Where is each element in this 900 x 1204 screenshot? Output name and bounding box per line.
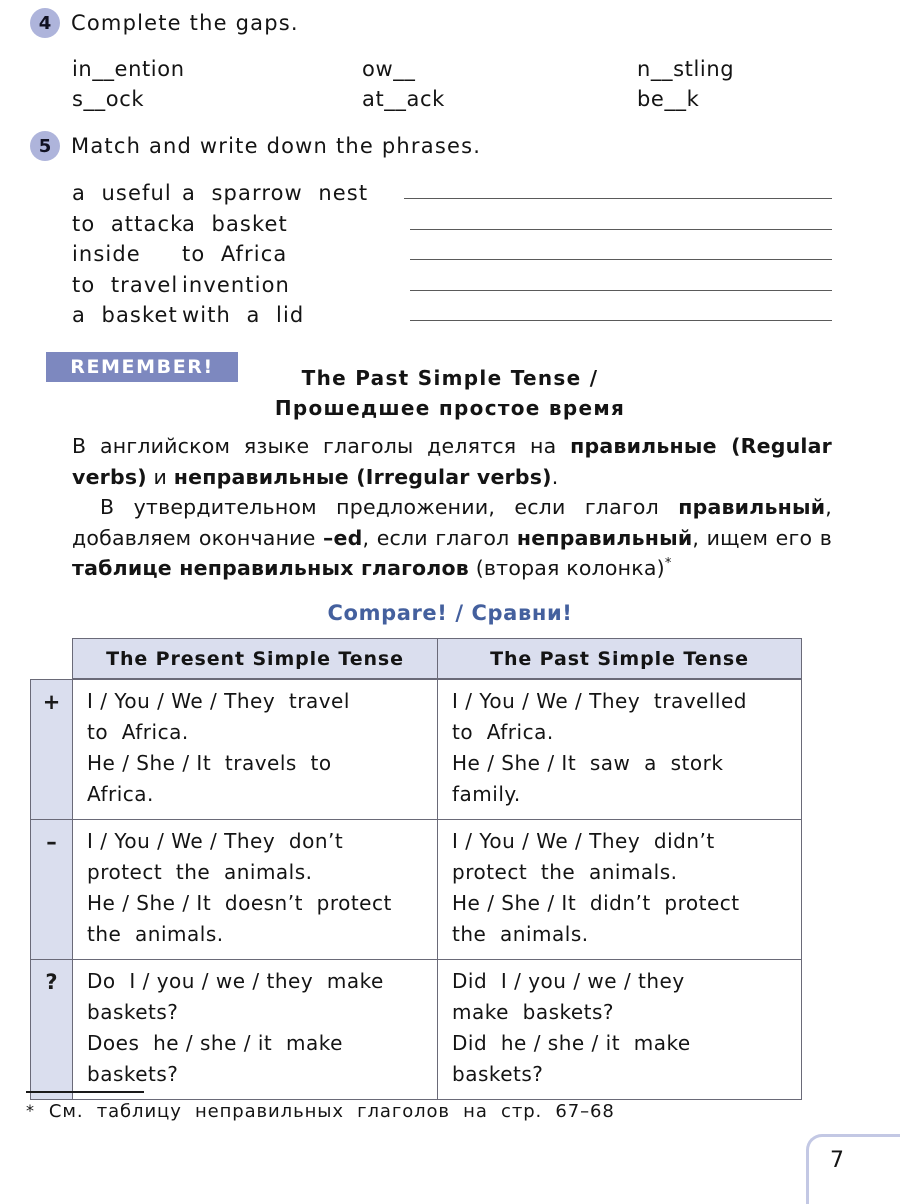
- exercise-5-title: Match and write down the phrases.: [71, 134, 482, 158]
- sentence-line: to Africa.: [452, 720, 554, 744]
- tense-comparison-table: The Present Simple Tense The Past Simple…: [30, 638, 802, 1100]
- answer-line[interactable]: [410, 228, 832, 230]
- gap-word[interactable]: in__ention: [72, 57, 362, 81]
- cell-present-negative: I / You / We / They don’t protect the an…: [73, 820, 438, 959]
- exercise-4-word-grid: in__ention ow__ n__stling s__ock at__ack…: [72, 54, 832, 114]
- sentence-line: I / You / We / They didn’t: [452, 829, 715, 853]
- answer-line[interactable]: [410, 289, 832, 291]
- rule-paragraph-2: В утвердительном предложении, если глаго…: [72, 495, 832, 580]
- sentence-line: to Africa.: [87, 720, 189, 744]
- exercise-5-match-block: a useful a sparrow nest to attack a bask…: [72, 178, 832, 331]
- cell-past-negative: I / You / We / They didn’t protect the a…: [438, 820, 801, 959]
- rule-explanation: В английском языке глаголы делятся на пр…: [72, 431, 832, 584]
- column-header-past: The Past Simple Tense: [490, 647, 749, 670]
- gap-row: s__ock at__ack be__k: [72, 84, 832, 114]
- sentence-line: baskets?: [87, 1000, 179, 1024]
- exercise-4-title: Complete the gaps.: [71, 11, 299, 35]
- rule-paragraph-1: В английском языке глаголы делятся на пр…: [72, 434, 832, 489]
- match-right-item[interactable]: a basket: [182, 212, 410, 236]
- sentence-line: He / She / It travels to: [87, 751, 332, 775]
- rule-title-russian: Прошедшее простое время: [274, 396, 626, 420]
- table-row: ? Do I / you / we / they make baskets? D…: [30, 960, 802, 1100]
- sentence-line: baskets?: [87, 1062, 179, 1086]
- sentence-line: I / You / We / They don’t: [87, 829, 344, 853]
- cell-past-affirmative: I / You / We / They travelled to Africa.…: [438, 680, 801, 819]
- page-corner-decoration: [806, 1134, 900, 1204]
- sentence-line: the animals.: [452, 922, 589, 946]
- match-right-item[interactable]: a sparrow nest: [182, 181, 404, 205]
- sentence-line: He / She / It doesn’t protect: [87, 891, 392, 915]
- exercise-5-number-badge: 5: [30, 131, 60, 161]
- sentence-line: I / You / We / They travel: [87, 689, 350, 713]
- match-right-item[interactable]: with a lid: [182, 303, 410, 327]
- gap-row: in__ention ow__ n__stling: [72, 54, 832, 84]
- gap-word[interactable]: be__k: [637, 87, 832, 111]
- sentence-line: Does he / she / it make: [87, 1031, 343, 1055]
- sentence-line: protect the animals.: [452, 860, 678, 884]
- answer-line[interactable]: [410, 259, 832, 261]
- gap-word[interactable]: n__stling: [637, 57, 832, 81]
- sentence-line: Did he / she / it make: [452, 1031, 691, 1055]
- exercise-4-number-badge: 4: [30, 8, 60, 38]
- sentence-line: He / She / It didn’t protect: [452, 891, 740, 915]
- footnote: * См. таблицу неправильных глаголов на с…: [26, 1101, 615, 1122]
- sentence-line: baskets?: [452, 1062, 544, 1086]
- sentence-line: family.: [452, 782, 521, 806]
- workbook-page: 4 Complete the gaps. in__ention ow__ n__…: [0, 0, 900, 1204]
- cell-past-question: Did I / you / we / they make baskets? Di…: [438, 960, 801, 1099]
- table-row: – I / You / We / They don’t protect the …: [30, 820, 802, 960]
- cell-present-question: Do I / you / we / they make baskets? Doe…: [73, 960, 438, 1099]
- row-sign-negative: –: [31, 820, 73, 959]
- sentence-line: I / You / We / They travelled: [452, 689, 747, 713]
- page-number: 7: [830, 1148, 844, 1173]
- match-left-item[interactable]: inside: [72, 242, 182, 266]
- sentence-line: make baskets?: [452, 1000, 615, 1024]
- exercise-4-heading: 4 Complete the gaps.: [30, 8, 299, 38]
- match-left-item[interactable]: a basket: [72, 303, 182, 327]
- exercise-5-heading: 5 Match and write down the phrases.: [30, 131, 481, 161]
- sentence-line: the animals.: [87, 922, 224, 946]
- match-row: a useful a sparrow nest: [72, 178, 832, 209]
- sentence-line: Africa.: [87, 782, 154, 806]
- footnote-marker: *: [26, 1101, 35, 1120]
- sentence-line: He / She / It saw a stork: [452, 751, 724, 775]
- match-left-item[interactable]: to attack: [72, 212, 182, 236]
- sentence-line: Do I / you / we / they make: [87, 969, 384, 993]
- answer-line[interactable]: [404, 198, 832, 200]
- match-right-item[interactable]: invention: [182, 273, 410, 297]
- table-header-row: The Present Simple Tense The Past Simple…: [72, 638, 802, 679]
- row-sign-question: ?: [31, 960, 73, 1099]
- sentence-line: Did I / you / we / they: [452, 969, 685, 993]
- match-left-item[interactable]: to travel: [72, 273, 182, 297]
- cell-present-affirmative: I / You / We / They travel to Africa. He…: [73, 680, 438, 819]
- row-sign-positive: +: [31, 680, 73, 819]
- footnote-text: См. таблицу неправильных глаголов на стр…: [48, 1101, 615, 1122]
- match-row: to attack a basket: [72, 209, 832, 240]
- match-left-item[interactable]: a useful: [72, 181, 182, 205]
- answer-line[interactable]: [410, 320, 832, 322]
- match-row: a basket with a lid: [72, 300, 832, 331]
- table-row: + I / You / We / They travel to Africa. …: [30, 679, 802, 820]
- gap-word[interactable]: ow__: [362, 57, 637, 81]
- sentence-line: protect the animals.: [87, 860, 313, 884]
- gap-word[interactable]: at__ack: [362, 87, 637, 111]
- match-row: to travel invention: [72, 270, 832, 301]
- column-header-present: The Present Simple Tense: [73, 639, 438, 678]
- compare-heading: Compare! / Сравни!: [327, 601, 573, 625]
- match-right-item[interactable]: to Africa: [182, 242, 410, 266]
- gap-word[interactable]: s__ock: [72, 87, 362, 111]
- footnote-divider: [26, 1091, 144, 1093]
- match-row: inside to Africa: [72, 239, 832, 270]
- rule-title-english: The Past Simple Tense /: [301, 366, 599, 390]
